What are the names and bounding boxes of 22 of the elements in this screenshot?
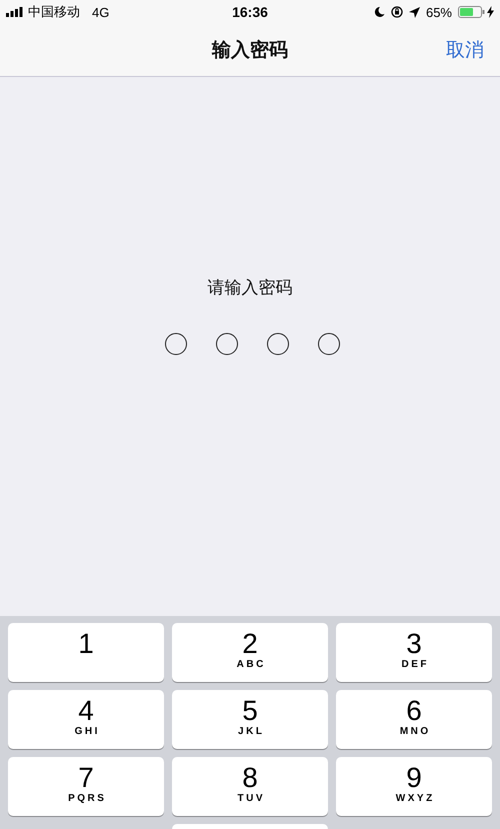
keypad-key[interactable]: 3 DEF: [336, 623, 492, 682]
keypad-key[interactable]: 8 TUV: [172, 757, 328, 816]
keypad-key[interactable]: 1: [8, 623, 164, 682]
keypad-key[interactable]: 6 MNO: [336, 690, 492, 749]
charging-bolt-icon: [487, 6, 494, 18]
keypad-key[interactable]: 7 PQRS: [8, 757, 164, 816]
battery-percent: 65%: [426, 4, 452, 20]
location-arrow-icon: [408, 6, 420, 18]
keypad-key[interactable]: 4 GHI: [8, 690, 164, 749]
status-time: 16:36: [232, 4, 268, 20]
signal-icon: [6, 7, 24, 17]
cancel-button[interactable]: 取消: [446, 37, 484, 63]
keypad-key[interactable]: 2 ABC: [172, 623, 328, 682]
passcode-prompt: 请输入密码: [208, 277, 292, 299]
network-type: 4G: [92, 4, 110, 20]
keypad-key[interactable]: 5 JKL: [172, 690, 328, 749]
rotation-lock-icon: [390, 6, 403, 18]
carrier-name: 中国移动: [28, 3, 80, 21]
battery-icon: [458, 6, 485, 18]
keypad-key[interactable]: 9 WXYZ: [336, 757, 492, 816]
moon-icon: [374, 6, 385, 18]
nav-title: 输入密码: [212, 38, 288, 63]
